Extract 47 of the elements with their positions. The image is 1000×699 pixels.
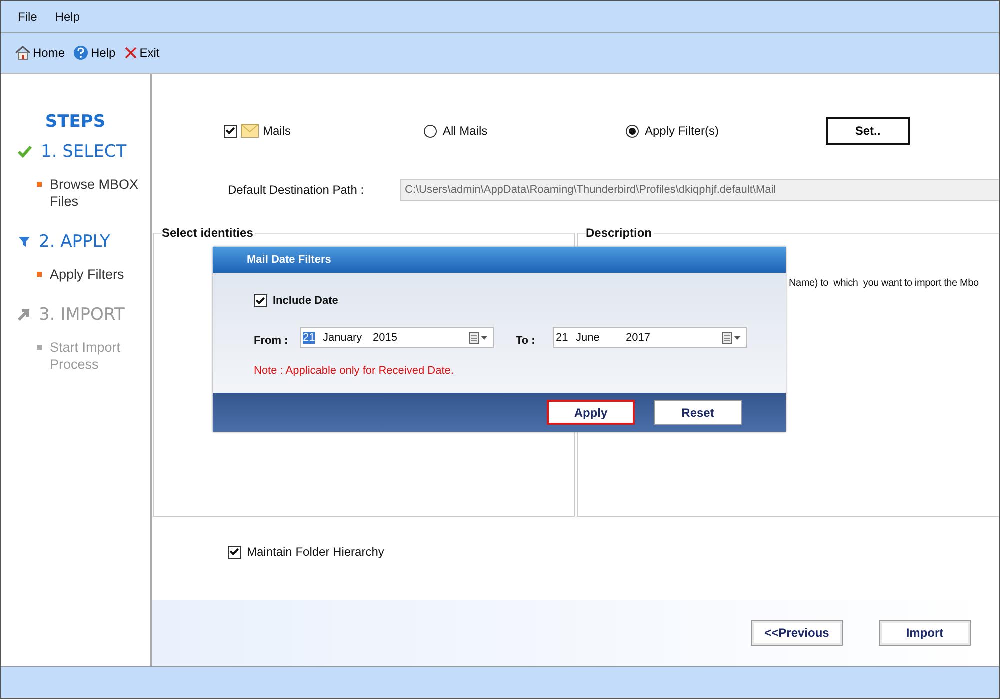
- toolbar-button[interactable]: Help: [71, 45, 118, 61]
- dialog-button[interactable]: Reset: [654, 400, 742, 425]
- house-icon: [15, 45, 31, 61]
- nav-button[interactable]: <<Previous: [751, 620, 843, 646]
- envelope-icon: [241, 123, 259, 139]
- menu-item[interactable]: File: [18, 10, 38, 24]
- date-picker[interactable]: 21 June 2017: [553, 327, 747, 348]
- step-item: Apply Filters: [50, 266, 126, 283]
- path-label: Default Destination Path :: [228, 183, 366, 197]
- date-label: To :: [516, 334, 536, 346]
- calendar-dropdown-icon[interactable]: [469, 332, 489, 344]
- checkbox-label: Include Date: [273, 294, 338, 306]
- help-icon: [73, 45, 90, 61]
- radio-label: All Mails: [443, 124, 488, 138]
- step-item: Browse MBOX Files: [50, 176, 140, 210]
- note-text: Note : Applicable only for Received Date.: [254, 365, 455, 377]
- steps-title: STEPS: [44, 112, 107, 132]
- bullet-icon: [37, 272, 42, 277]
- dialog-button[interactable]: Apply: [547, 400, 635, 425]
- mails-label: Mails: [263, 124, 292, 138]
- bullet-icon: [37, 345, 42, 350]
- panel-title: Select identities: [162, 226, 256, 240]
- step-item: Start Import Process: [50, 339, 122, 373]
- close-icon: [124, 46, 138, 60]
- checkbox[interactable]: [228, 546, 241, 558]
- date-label: From :: [254, 334, 290, 346]
- checkbox-label: Maintain Folder Hierarchy: [247, 545, 384, 559]
- toolbar-button[interactable]: Home: [13, 45, 68, 61]
- step-title: 1. SELECT: [41, 142, 127, 162]
- step-title: 2. APPLY: [39, 232, 110, 252]
- checkbox[interactable]: [224, 124, 237, 138]
- radio-label: Apply Filter(s): [645, 124, 720, 138]
- menu-item[interactable]: Help: [55, 10, 80, 24]
- step-title: 3. IMPORT: [39, 305, 125, 325]
- radio-button[interactable]: [626, 124, 639, 138]
- bullet-icon: [37, 182, 42, 187]
- date-picker[interactable]: 21 January 2015: [300, 327, 494, 348]
- dialog-title: Mail Date Filters: [213, 247, 786, 273]
- toolbar-button[interactable]: Exit: [122, 46, 162, 60]
- nav-button[interactable]: Import: [879, 620, 971, 646]
- panel-title: Description: [586, 226, 654, 240]
- checkbox[interactable]: [254, 294, 267, 307]
- description-text: Name) to which you want to import the Mbo: [789, 278, 979, 289]
- radio-button[interactable]: [424, 124, 437, 138]
- calendar-dropdown-icon[interactable]: [722, 332, 742, 344]
- path-field[interactable]: C:\Users\admin\AppData\Roaming\Thunderbird\Profiles\dkiqphjf.default\Mail: [400, 179, 999, 201]
- set-button[interactable]: Set..: [826, 117, 910, 145]
